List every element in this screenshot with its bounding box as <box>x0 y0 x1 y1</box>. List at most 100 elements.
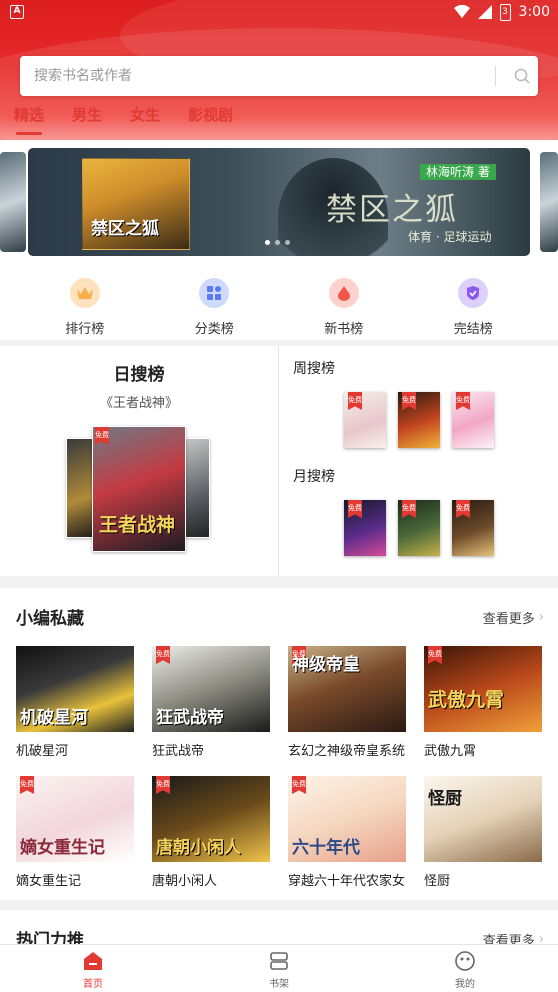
book-title: 玄幻之神级帝皇系统 <box>288 744 406 759</box>
quick-nav-category[interactable]: 分类榜 <box>166 278 262 342</box>
nav-label: 我的 <box>455 979 475 990</box>
tab-featured[interactable]: 精选 <box>14 104 44 135</box>
weekly-book-cover[interactable]: 免费 <box>344 392 386 448</box>
free-badge: 免费 <box>348 500 362 518</box>
free-badge: 免费 <box>156 646 170 664</box>
tab-male[interactable]: 男生 <box>72 104 102 131</box>
rankings-panel: 日搜榜 《王者战神》 免费 王者战神 周搜榜 免费 免费 免费 月搜榜 免费 免… <box>0 346 558 576</box>
free-badge: 免费 <box>20 776 34 794</box>
book-cover-title: 嫡女重生记 <box>20 838 105 858</box>
section-title: 小编私藏 <box>16 609 84 629</box>
book-cover: 免费 武傲九霄 <box>424 646 542 732</box>
battery-icon: 3 <box>499 3 511 21</box>
rankings-divider <box>278 346 279 576</box>
quick-nav-label: 新书榜 <box>324 322 364 337</box>
search-bar[interactable] <box>20 56 538 96</box>
book-cover-title: 武傲九霄 <box>428 689 505 711</box>
book-cover-title: 六十年代 <box>292 838 360 858</box>
book-cover: 机破星河 <box>16 646 134 732</box>
book-cover[interactable]: 免费 王者战神 <box>92 426 186 552</box>
crown-icon <box>69 278 100 308</box>
banner-dot[interactable] <box>265 240 270 245</box>
book-card[interactable]: 怪厨 怪厨 <box>424 776 542 889</box>
view-more-link[interactable]: 查看更多 › <box>483 608 544 627</box>
quick-nav-label: 排行榜 <box>65 322 105 337</box>
banner-prev-peek[interactable] <box>0 152 26 252</box>
weekly-book-cover[interactable]: 免费 <box>398 392 440 448</box>
banner-dot[interactable] <box>285 240 290 245</box>
grid-icon <box>199 278 230 308</box>
book-card[interactable]: 免费 唐朝小闲人 唐朝小闲人 <box>152 776 270 889</box>
book-cover-title: 王者战神 <box>99 514 176 536</box>
free-badge: 免费 <box>156 776 170 794</box>
free-badge: 免费 <box>456 392 470 410</box>
nav-label: 首页 <box>83 979 103 990</box>
daily-ranking-title: 日搜榜 <box>113 365 165 385</box>
book-card[interactable]: 机破星河 机破星河 <box>16 646 134 759</box>
drop-icon <box>328 278 359 308</box>
chevron-right-icon: › <box>538 610 544 625</box>
book-cover-title: 神级帝皇 <box>292 655 360 675</box>
monthly-book-cover[interactable]: 免费 <box>344 500 386 556</box>
nav-profile[interactable]: 我的 <box>410 945 520 992</box>
free-badge: 免费 <box>95 427 109 445</box>
book-cover: 免费 六十年代 <box>288 776 406 862</box>
monthly-book-cover[interactable]: 免费 <box>398 500 440 556</box>
free-badge: 免费 <box>292 776 306 794</box>
quick-nav: 排行榜 分类榜 新书榜 完结榜 <box>0 278 558 342</box>
weekly-ranking-title[interactable]: 周搜榜 <box>293 358 335 378</box>
free-badge: 免费 <box>402 500 416 518</box>
banner-next-peek[interactable] <box>540 152 558 252</box>
category-tabs: 精选 男生 女生 影视剧 <box>14 104 233 135</box>
book-card[interactable]: 免费 六十年代 穿越六十年代农家女 <box>288 776 406 889</box>
book-cover: 怪厨 <box>424 776 542 862</box>
monthly-ranking-title[interactable]: 月搜榜 <box>293 466 335 486</box>
hot-section: 热门力推 查看更多 › <box>0 910 558 951</box>
free-badge: 免费 <box>402 392 416 410</box>
tab-film-tv[interactable]: 影视剧 <box>188 104 233 131</box>
bookshelf-icon <box>270 952 288 970</box>
book-card[interactable]: 免费 嫡女重生记 嫡女重生记 <box>16 776 134 889</box>
banner-title: 禁区之狐 <box>326 192 458 228</box>
search-input[interactable] <box>34 68 495 84</box>
book-cover-title: 唐朝小闲人 <box>156 838 241 858</box>
quick-nav-ranking[interactable]: 排行榜 <box>37 278 133 342</box>
monthly-book-cover[interactable]: 免费 <box>452 500 494 556</box>
book-cover: 免费 狂武战帝 <box>152 646 270 732</box>
weekly-book-cover[interactable]: 免费 <box>452 392 494 448</box>
badge-check-icon <box>458 278 489 308</box>
book-card[interactable]: 免费 武傲九霄 武傲九霄 <box>424 646 542 759</box>
profile-icon <box>455 951 475 971</box>
book-cover: 免费 嫡女重生记 <box>16 776 134 862</box>
book-title: 武傲九霄 <box>424 744 477 759</box>
banner-subtitle: 体育 · 足球运动 <box>408 230 492 244</box>
quick-nav-new[interactable]: 新书榜 <box>296 278 392 342</box>
book-cover-title: 狂武战帝 <box>156 708 224 728</box>
book-cover-title: 怪厨 <box>428 789 462 809</box>
quick-nav-label: 分类榜 <box>194 322 234 337</box>
free-badge: 免费 <box>348 392 362 410</box>
search-icon[interactable] <box>506 60 538 92</box>
banner-pagination <box>265 240 290 245</box>
nav-home[interactable]: 首页 <box>38 945 148 992</box>
home-icon <box>84 952 102 970</box>
book-title: 唐朝小闲人 <box>152 874 218 889</box>
tab-female[interactable]: 女生 <box>130 104 160 131</box>
quick-nav-completed[interactable]: 完结榜 <box>425 278 521 342</box>
nav-label: 书架 <box>269 979 289 990</box>
book-card[interactable]: 免费 狂武战帝 狂武战帝 <box>152 646 270 759</box>
banner-book-cover: 禁区之狐 <box>82 158 190 250</box>
app-notification-icon: A <box>10 5 24 19</box>
banner-dot[interactable] <box>275 240 280 245</box>
daily-ranking[interactable]: 日搜榜 《王者战神》 免费 王者战神 <box>0 346 278 576</box>
search-divider <box>495 66 496 86</box>
book-card[interactable]: 免费 神级帝皇 玄幻之神级帝皇系统 <box>288 646 406 759</box>
free-badge: 免费 <box>428 646 442 664</box>
promo-banner[interactable]: 禁区之狐 林海听涛 著 禁区之狐 体育 · 足球运动 <box>28 148 530 256</box>
clock: 3:00 <box>518 4 550 20</box>
book-cover: 免费 唐朝小闲人 <box>152 776 270 862</box>
view-more-label: 查看更多 <box>482 612 535 627</box>
wifi-icon <box>453 5 470 18</box>
nav-bookshelf[interactable]: 书架 <box>224 945 334 992</box>
book-title: 穿越六十年代农家女 <box>288 874 406 889</box>
